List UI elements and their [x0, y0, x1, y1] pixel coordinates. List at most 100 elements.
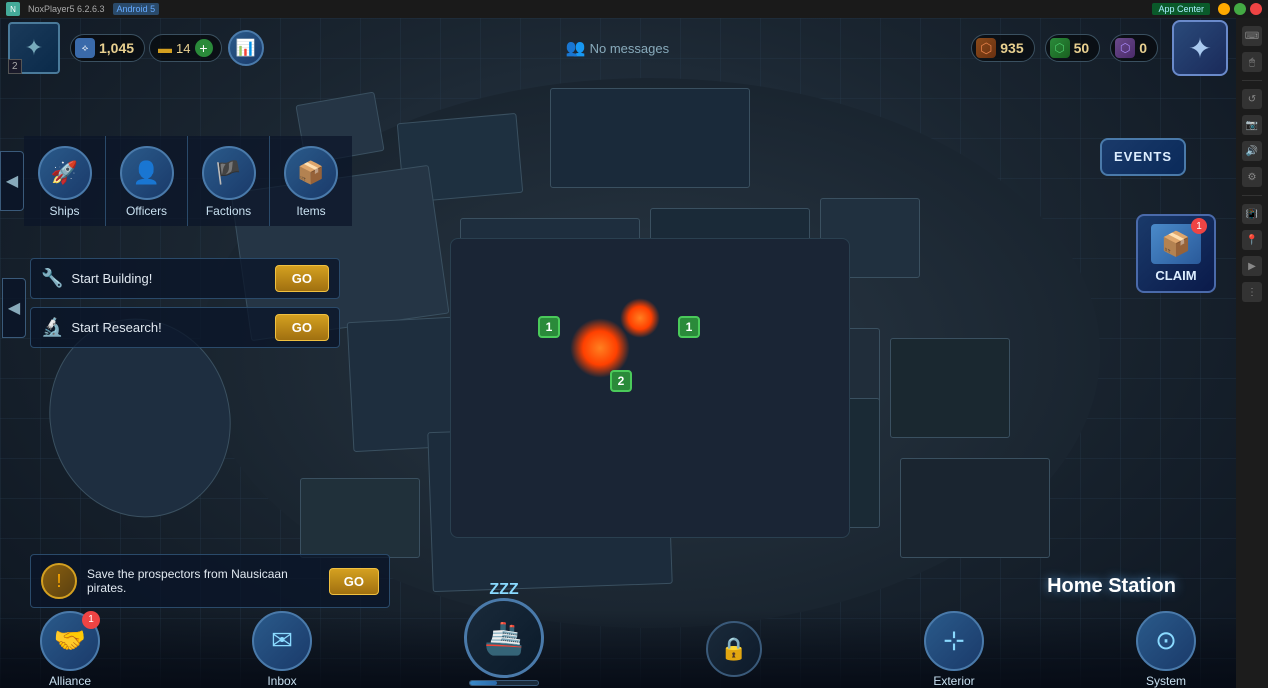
zzz-label: ZZZ — [489, 581, 518, 599]
gold-icon: ▬ — [158, 40, 172, 56]
left-nav: ◀ 🚀 Ships 👤 Officers 🏴 Factions 📦 Items — [0, 136, 352, 226]
lock-btn[interactable]: 🔒 — [706, 621, 762, 677]
home-station-label: Home Station — [1047, 575, 1176, 598]
build-go-btn[interactable]: GO — [275, 265, 329, 292]
officers-label: Officers — [126, 204, 167, 218]
nox-version: NoxPlayer5 6.2.6.3 — [28, 4, 105, 14]
tritanium-resource: ⬡ 50 — [1045, 34, 1101, 62]
alliance-resource-bar: ⟡ 1,045 — [70, 34, 145, 62]
claim-button[interactable]: 📦 1 CLAIM — [1136, 214, 1216, 293]
nav-left-arrow[interactable]: ◀ — [0, 151, 24, 211]
parsteel-icon: ⬡ — [976, 38, 996, 58]
system-btn[interactable]: ⊙ System — [1136, 611, 1196, 688]
messages-text: No messages — [590, 41, 669, 56]
build-icon: 🔧 — [41, 268, 63, 289]
nox-multi-icon[interactable]: ⋮ — [1242, 282, 1262, 302]
research-go-btn[interactable]: GO — [275, 314, 329, 341]
items-label: Items — [296, 204, 325, 218]
add-gold-btn[interactable]: + — [195, 39, 213, 57]
nox-macro-icon[interactable]: ▶ — [1242, 256, 1262, 276]
task-research: 🔬 Start Research! GO — [30, 307, 340, 348]
credits-icon: ⬡ — [1115, 38, 1135, 58]
events-button[interactable]: EVENTS — [1100, 138, 1186, 176]
exterior-btn[interactable]: ⊹ Exterior — [924, 611, 984, 688]
claim-label: CLAIM — [1146, 268, 1206, 283]
nox-volume-icon[interactable]: 🔊 — [1242, 141, 1262, 161]
alliance-icon: 🤝 1 — [40, 611, 100, 671]
drydock-bar-fill — [470, 681, 497, 685]
build-text: Start Building! — [71, 271, 266, 286]
factions-icon: 🏴 — [202, 146, 256, 200]
player-level: 2 — [8, 59, 22, 74]
claim-badge: 1 — [1191, 218, 1207, 234]
nav-ships[interactable]: 🚀 Ships — [24, 136, 106, 226]
exterior-label: Exterior — [933, 674, 974, 688]
android-badge: Android 5 — [113, 3, 160, 15]
nav-items[interactable]: 📦 Items — [270, 136, 352, 226]
map-badge-3[interactable]: 1 — [678, 316, 700, 338]
lock-icon: 🔒 — [706, 621, 762, 677]
top-right-resources: ⬡ 935 ⬡ 50 ⬡ 0 ✦ — [971, 20, 1228, 76]
system-icon: ⊙ — [1136, 611, 1196, 671]
parsteel-value: 935 — [1000, 40, 1023, 56]
items-icon: 📦 — [284, 146, 338, 200]
drydock-ship-icon: ZZZ 🚢 — [464, 598, 544, 678]
claim-package-icon: 📦 1 — [1151, 224, 1201, 264]
player-avatar[interactable]: ✦ 2 — [8, 22, 60, 74]
nav-factions[interactable]: 🏴 Factions — [188, 136, 270, 226]
system-label: System — [1146, 674, 1186, 688]
close-btn[interactable] — [1250, 3, 1262, 15]
nox-settings-icon[interactable]: ⚙ — [1242, 167, 1262, 187]
tritanium-value: 50 — [1074, 40, 1090, 56]
maximize-btn[interactable] — [1234, 3, 1246, 15]
bottom-nav: 🤝 1 Alliance ✉ Inbox ZZZ 🚢 DRYDOCK B 🔒 — [0, 610, 1236, 688]
alliance-badge: 1 — [82, 611, 100, 629]
nox-keyboard-icon[interactable]: ⌨ — [1242, 26, 1262, 46]
minimize-btn[interactable] — [1218, 3, 1230, 15]
research-icon: 🔬 — [41, 317, 63, 338]
alliance-value: 1,045 — [99, 40, 134, 56]
nox-shake-icon[interactable]: 📳 — [1242, 204, 1262, 224]
drydock-progress-bar — [469, 680, 539, 686]
top-hud: ✦ 2 ⟡ 1,045 ▬ 14 + 📊 👥 No messages — [0, 18, 1236, 78]
quest-alert-icon: ! — [41, 563, 77, 599]
nox-rotate-icon[interactable]: ↺ — [1242, 89, 1262, 109]
app-center-btn[interactable]: App Center — [1152, 3, 1210, 15]
gold-value: 14 — [176, 41, 190, 56]
stats-btn[interactable]: 📊 — [228, 30, 264, 66]
player-info: ✦ 2 — [8, 22, 60, 74]
ships-label: Ships — [49, 204, 79, 218]
task-build: 🔧 Start Building! GO — [30, 258, 340, 299]
quest-panel: ! Save the prospectors from Nausicaan pi… — [30, 554, 390, 608]
nox-screenshot-icon[interactable]: 📷 — [1242, 115, 1262, 135]
inbox-icon: ✉ — [252, 611, 312, 671]
research-text: Start Research! — [71, 320, 266, 335]
titlebar: N NoxPlayer5 6.2.6.3 Android 5 App Cente… — [0, 0, 1268, 18]
parsteel-resource: ⬡ 935 — [971, 34, 1034, 62]
map-badge-2[interactable]: 2 — [610, 370, 632, 392]
events-label: EVENTS — [1114, 149, 1172, 164]
quest-go-btn[interactable]: GO — [329, 568, 379, 595]
nox-mouse-icon[interactable]: 🖱 — [1242, 52, 1262, 72]
tritanium-icon: ⬡ — [1050, 38, 1070, 58]
messages-center: 👥 No messages — [264, 38, 972, 58]
factions-label: Factions — [206, 204, 251, 218]
nox-gps-icon[interactable]: 📍 — [1242, 230, 1262, 250]
task-panel: ◀ 🔧 Start Building! GO 🔬 Start Research!… — [30, 258, 340, 348]
inbox-btn[interactable]: ✉ Inbox — [252, 611, 312, 688]
drydock-btn[interactable]: ZZZ 🚢 DRYDOCK B — [464, 598, 544, 688]
starfleet-icon: ✦ — [25, 35, 43, 61]
nav-officers[interactable]: 👤 Officers — [106, 136, 188, 226]
ships-icon: 🚀 — [38, 146, 92, 200]
officers-icon: 👤 — [120, 146, 174, 200]
exterior-icon: ⊹ — [924, 611, 984, 671]
window-controls — [1218, 3, 1262, 15]
task-arrow[interactable]: ◀ — [2, 278, 26, 338]
credits-resource: ⬡ 0 — [1110, 34, 1158, 62]
nox-right-sidebar: ⌨ 🖱 ↺ 📷 🔊 ⚙ 📳 📍 ▶ ⋮ — [1236, 18, 1268, 688]
messages-icon: 👥 — [566, 38, 586, 58]
starfleet-badge[interactable]: ✦ — [1172, 20, 1228, 76]
map-badge-1[interactable]: 1 — [538, 316, 560, 338]
nox-icon: N — [6, 2, 20, 16]
alliance-btn[interactable]: 🤝 1 Alliance — [40, 611, 100, 688]
